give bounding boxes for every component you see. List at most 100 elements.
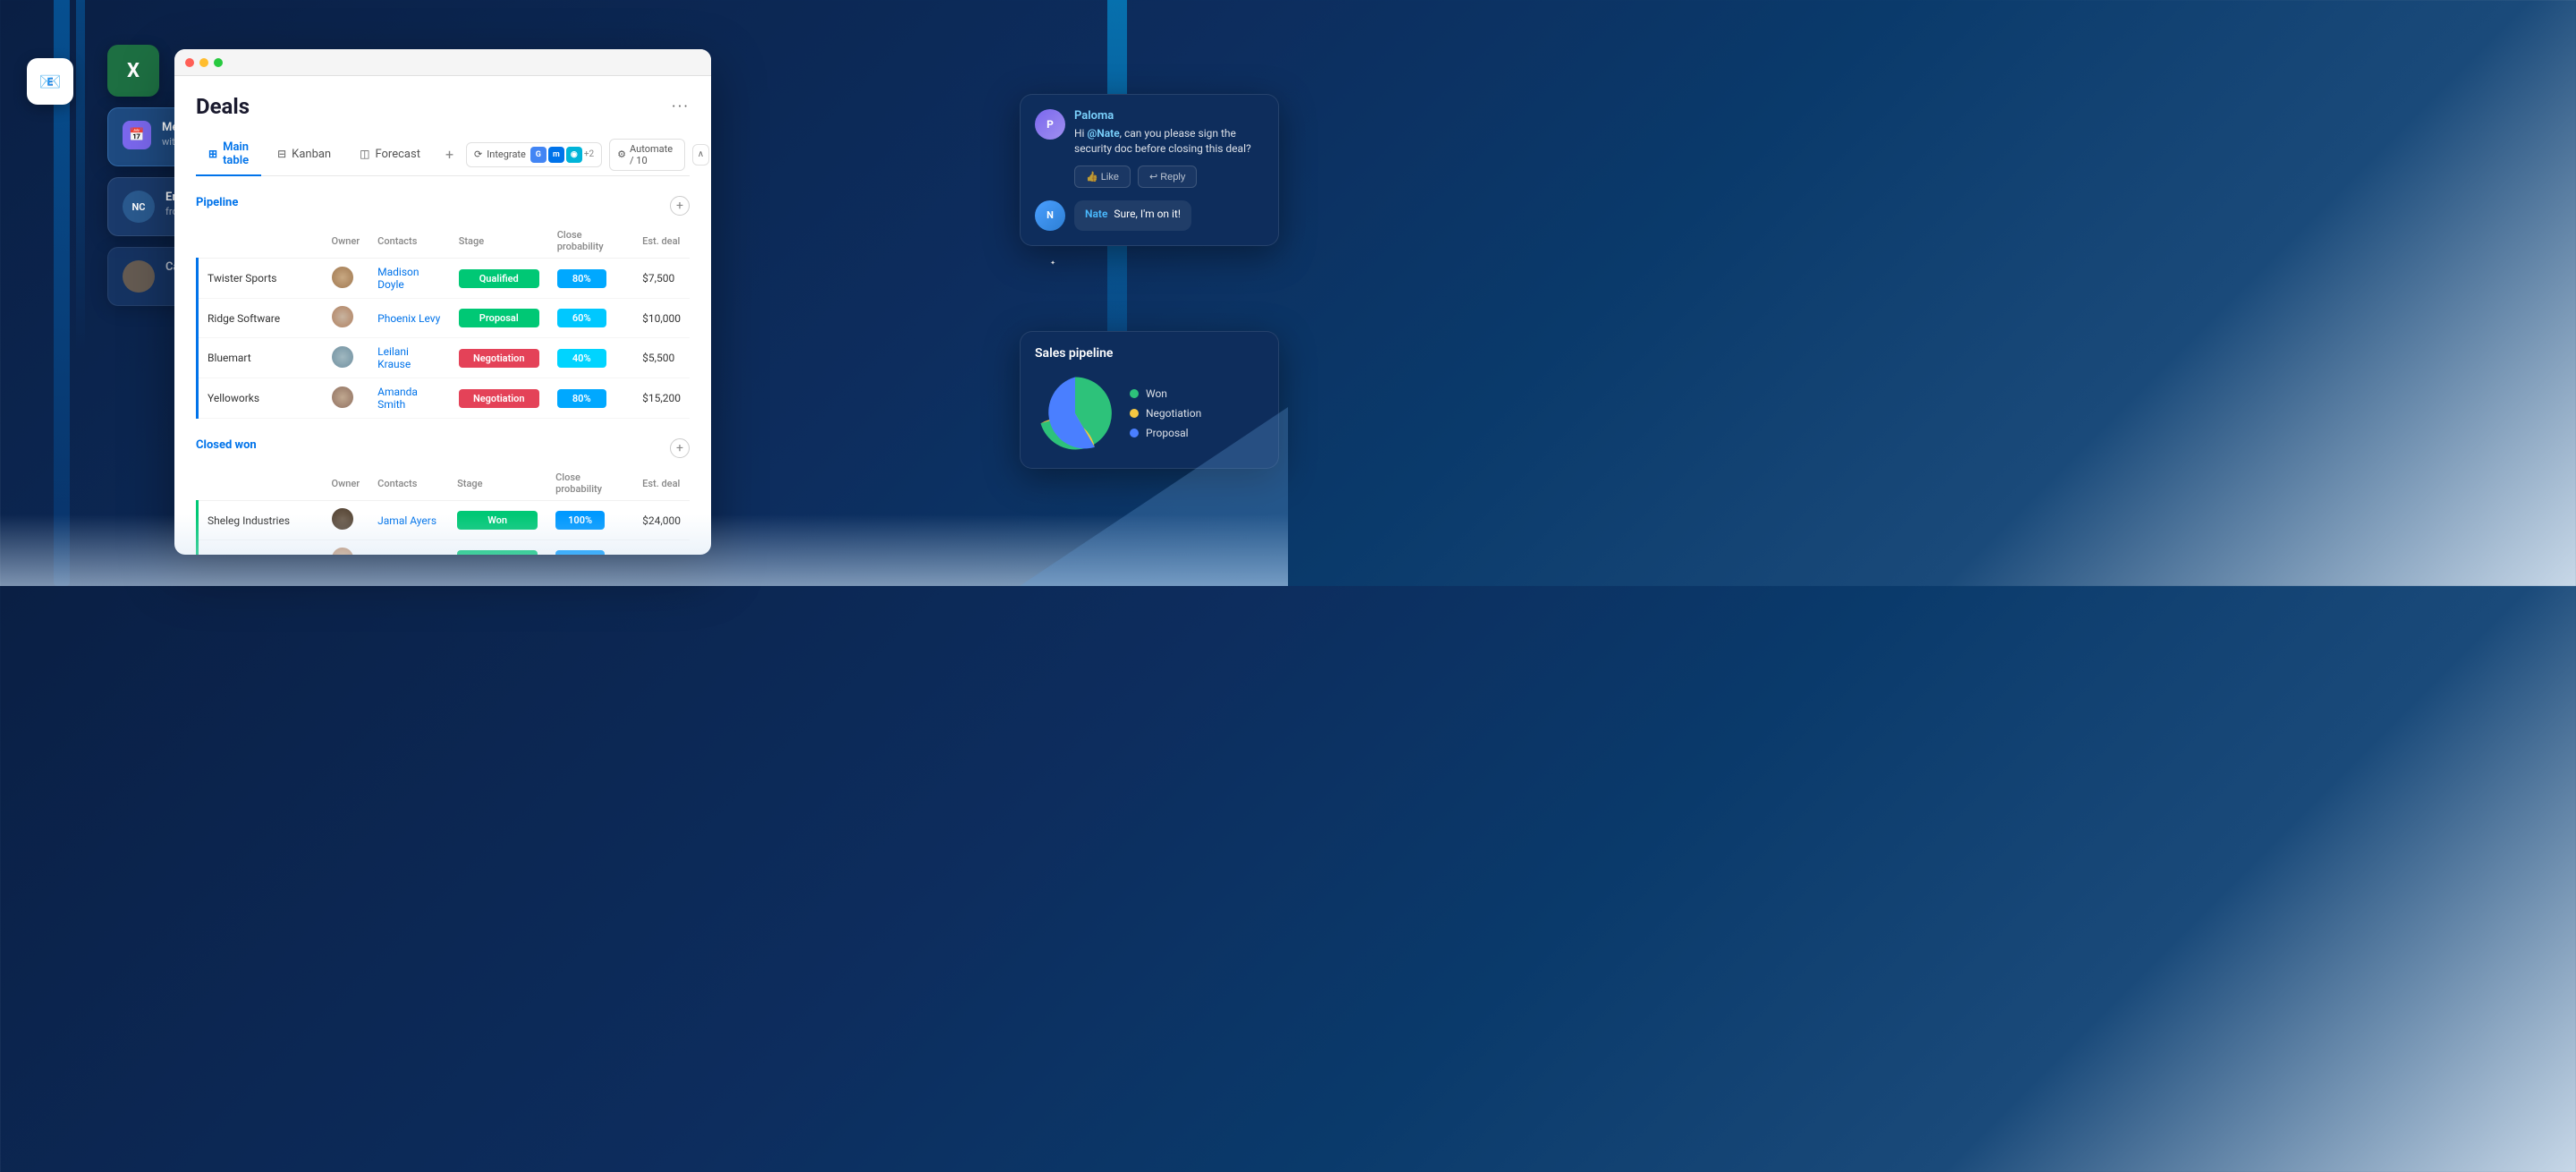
integrate-button[interactable]: ⟳ Integrate G m ◉ +2 [466,142,602,167]
cw-contact-link[interactable]: Jamal Ayers [377,514,436,527]
automate-icon: ⚙ [617,149,626,160]
owner-cell [323,378,369,419]
tab-main-table[interactable]: ⊞ Main table [196,133,261,176]
meeting-icon: 📅 [123,121,151,149]
deal-name: Twister Sports [198,259,323,299]
collapse-button[interactable]: ∧ [692,144,709,166]
th-close-prob: Close probability [548,224,633,259]
closed-won-add-button[interactable]: + [670,438,690,458]
contact-cell: Madison Doyle [369,259,450,299]
cw-stage-cell: Won [448,501,547,540]
maximize-dot[interactable] [214,58,223,67]
reply-button[interactable]: ↩ Reply [1138,166,1197,188]
nate-text: Sure, I'm on it! [1114,208,1181,220]
tab-kanban[interactable]: ⊟ Kanban [265,140,343,170]
closed-won-section-header: Closed won + [196,437,690,459]
cw-owner-avatar [332,548,353,555]
stage-cell: Negotiation [450,378,548,419]
minimize-dot[interactable] [199,58,208,67]
contact-link[interactable]: Amanda Smith [377,386,418,411]
probability-badge: 60% [557,309,606,327]
contact-link[interactable]: Madison Doyle [377,266,419,291]
th-cw-est-deal: Est. deal [633,466,690,501]
contact-cell: Phoenix Levy [369,299,450,338]
email-avatar: NC [123,191,155,223]
stage-badge: Qualified [459,269,539,288]
th-contacts: Contacts [369,224,450,259]
integration-badge: +2 [584,149,594,159]
th-est-deal: Est. deal [633,224,690,259]
pipeline-row[interactable]: Yelloworks Amanda Smith Negotiation 80% … [198,378,691,419]
nate-avatar: N [1035,200,1065,231]
contact-cell: Amanda Smith [369,378,450,419]
add-tab-button[interactable]: + [436,139,462,170]
stage-badge: Negotiation [459,389,539,408]
legend-won: Won [1130,387,1201,400]
automate-button[interactable]: ⚙ Automate / 10 [609,139,685,171]
deal-name: Yelloworks [198,378,323,419]
closed-won-table-header: Owner Contacts Stage Close probability E… [198,466,691,501]
won-label: Won [1146,387,1167,400]
excel-icon: X [107,45,159,97]
cw-probability-badge: 100% [555,550,605,555]
est-deal-cell: $7,500 [633,259,690,299]
cw-owner-cell [323,501,369,540]
cw-owner-avatar [332,508,353,530]
deco-triangle [1020,407,1288,586]
contact-link[interactable]: Phoenix Levy [377,312,440,325]
cw-est-deal-cell: $4,000 [633,540,690,556]
chat-action-buttons: 👍 Like ↩ Reply [1074,166,1264,188]
est-deal-cell: $15,200 [633,378,690,419]
sales-pipeline-title: Sales pipeline [1035,346,1264,361]
cw-probability-cell: 100% [547,501,633,540]
close-dot[interactable] [185,58,194,67]
window-title: Deals [196,94,250,119]
integration-icons: G m ◉ +2 [530,147,594,163]
pipeline-row[interactable]: Twister Sports Madison Doyle Qualified 8… [198,259,691,299]
nate-reply: N Nate Sure, I'm on it! [1035,200,1264,231]
star-decoration: ✦ [1050,259,1055,267]
owner-cell [323,299,369,338]
stage-badge: Negotiation [459,349,539,368]
cw-stage-badge: Won [457,550,538,555]
probability-badge: 80% [557,269,606,288]
deals-window: Deals ··· ⊞ Main table ⊟ Kanban ◫ Foreca… [174,49,711,555]
tabs-row: ⊞ Main table ⊟ Kanban ◫ Forecast + ⟳ Int… [196,133,690,176]
pipeline-row[interactable]: Bluemart Leilani Krause Negotiation 40% … [198,338,691,378]
pipeline-section-title: Pipeline [196,194,238,217]
bg-stripe-left2 [76,0,85,352]
more-options-button[interactable]: ··· [672,98,690,116]
third-integration-icon: ◉ [566,147,582,163]
deal-name: Ridge Software [198,299,323,338]
owner-avatar [332,386,353,408]
owner-avatar [332,267,353,288]
paloma-name: Paloma [1074,109,1264,123]
cw-contact-link[interactable]: Elian Warren [377,554,437,556]
paloma-text: Hi @Nate, can you please sign the securi… [1074,126,1264,157]
probability-cell: 60% [548,299,633,338]
pipeline-row[interactable]: Ridge Software Phoenix Levy Proposal 60%… [198,299,691,338]
cw-owner-cell [323,540,369,556]
window-header: Deals ··· [196,94,690,119]
forecast-icon: ◫ [360,148,369,160]
est-deal-cell: $5,500 [633,338,690,378]
probability-badge: 80% [557,389,606,408]
probability-cell: 80% [548,259,633,299]
pipeline-add-button[interactable]: + [670,196,690,216]
mention-nate: @Nate [1087,127,1119,140]
probability-cell: 80% [548,378,633,419]
gmail-icon: 📧 [27,58,73,105]
tab-forecast[interactable]: ◫ Forecast [347,140,433,170]
contact-cell: Leilani Krause [369,338,450,378]
closed-won-row[interactable]: Sheleg Industries Jamal Ayers Won 100% $… [198,501,691,540]
closed-won-row[interactable]: Zift Records Elian Warren Won 100% $4,00… [198,540,691,556]
contact-link[interactable]: Leilani Krause [377,345,411,370]
th-cw-close-prob: Close probability [547,466,633,501]
paloma-avatar: P [1035,109,1065,140]
cw-deal-name: Zift Records [198,540,323,556]
like-button[interactable]: 👍 Like [1074,166,1131,188]
window-titlebar [174,49,711,76]
th-cw-owner: Owner [323,466,369,501]
probability-cell: 40% [548,338,633,378]
est-deal-cell: $10,000 [633,299,690,338]
